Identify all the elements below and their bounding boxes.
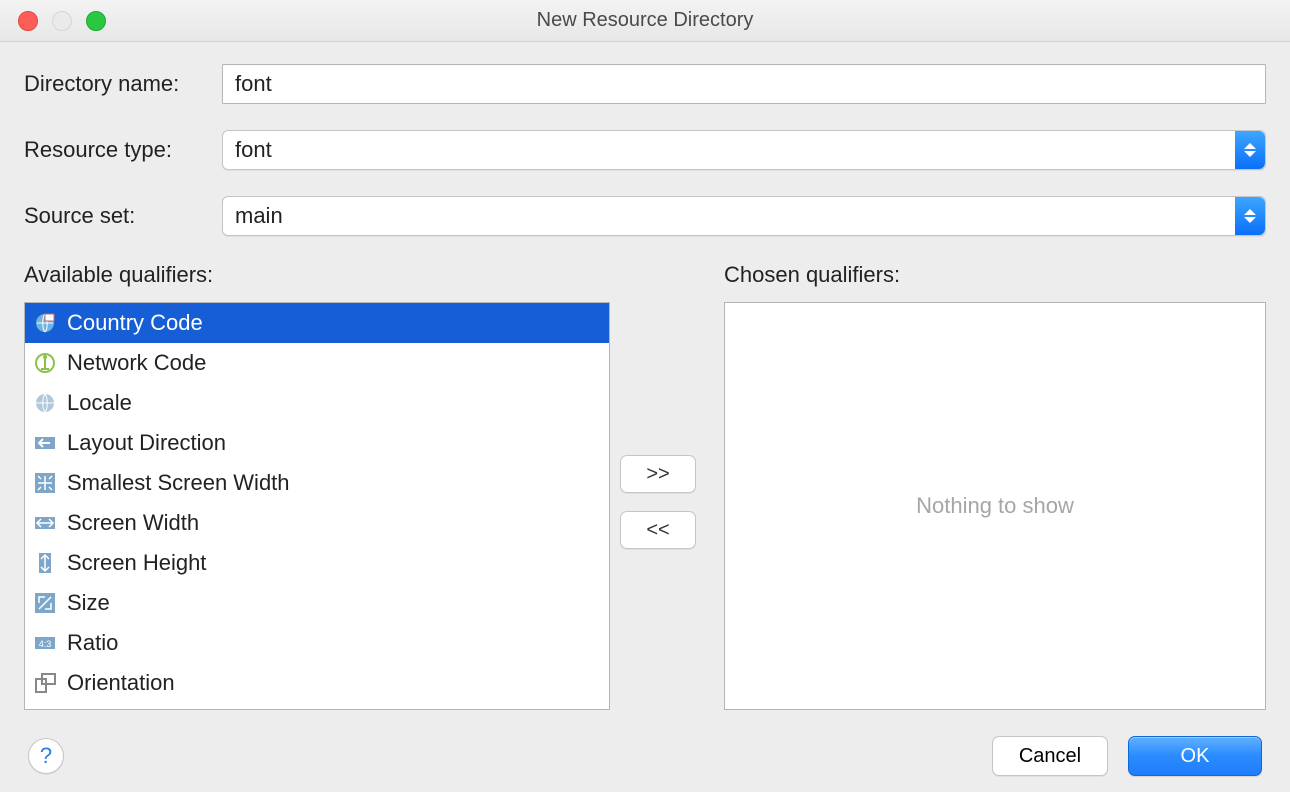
globe-flag-icon xyxy=(33,311,57,335)
resource-type-label: Resource type: xyxy=(24,137,222,163)
arrow-left-icon xyxy=(33,431,57,455)
list-item[interactable]: Orientation xyxy=(25,663,609,703)
source-set-label: Source set: xyxy=(24,203,222,229)
available-qualifiers-label: Available qualifiers: xyxy=(24,262,610,288)
directory-name-input[interactable] xyxy=(222,64,1266,104)
cancel-button[interactable]: Cancel xyxy=(992,736,1108,776)
chosen-empty-text: Nothing to show xyxy=(916,493,1074,519)
list-item-label: Network Code xyxy=(67,350,206,376)
help-button[interactable]: ? xyxy=(28,738,64,774)
list-item[interactable]: Layout Direction xyxy=(25,423,609,463)
list-item[interactable]: Screen Height xyxy=(25,543,609,583)
arrows-h-icon xyxy=(33,511,57,535)
add-qualifier-button[interactable]: >> xyxy=(620,455,696,493)
list-item-label: Orientation xyxy=(67,670,175,696)
source-set-value: main xyxy=(235,203,283,229)
orientation-icon xyxy=(33,671,57,695)
chosen-qualifiers-list[interactable]: Nothing to show xyxy=(724,302,1266,710)
list-item-label: Size xyxy=(67,590,110,616)
remove-qualifier-button[interactable]: << xyxy=(620,511,696,549)
list-item[interactable]: 4:3 Ratio xyxy=(25,623,609,663)
arrows-v-icon xyxy=(33,551,57,575)
list-item[interactable]: Locale xyxy=(25,383,609,423)
window-title: New Resource Directory xyxy=(0,9,1290,32)
arrows-out-icon xyxy=(33,471,57,495)
arrow-diag-icon xyxy=(33,591,57,615)
list-item-label: Country Code xyxy=(67,310,203,336)
resource-type-value: font xyxy=(235,137,272,163)
list-item[interactable]: Size xyxy=(25,583,609,623)
window-controls xyxy=(0,11,106,31)
globe-icon xyxy=(33,391,57,415)
list-item[interactable]: Smallest Screen Width xyxy=(25,463,609,503)
list-item-label: Ratio xyxy=(67,630,118,656)
ok-button[interactable]: OK xyxy=(1128,736,1262,776)
list-item-label: Screen Width xyxy=(67,510,199,536)
list-item-label: Locale xyxy=(67,390,132,416)
ratio-icon: 4:3 xyxy=(33,631,57,655)
source-set-select[interactable]: main xyxy=(222,196,1266,236)
available-qualifiers-list[interactable]: Country Code Network Code Locale Layout Dir… xyxy=(24,302,610,710)
list-item[interactable]: Screen Width xyxy=(25,503,609,543)
svg-text:4:3: 4:3 xyxy=(39,639,52,649)
antenna-icon xyxy=(33,351,57,375)
directory-name-label: Directory name: xyxy=(24,71,222,97)
close-window-button[interactable] xyxy=(18,11,38,31)
stepper-icon xyxy=(1235,131,1265,169)
titlebar: New Resource Directory xyxy=(0,0,1290,42)
minimize-window-button[interactable] xyxy=(52,11,72,31)
list-item[interactable]: Network Code xyxy=(25,343,609,383)
list-item-label: Layout Direction xyxy=(67,430,226,456)
dialog-footer: ? Cancel OK xyxy=(0,720,1290,792)
list-item-label: Screen Height xyxy=(67,550,206,576)
zoom-window-button[interactable] xyxy=(86,11,106,31)
chosen-qualifiers-label: Chosen qualifiers: xyxy=(724,262,1266,288)
help-icon: ? xyxy=(40,743,52,769)
stepper-icon xyxy=(1235,197,1265,235)
list-item-label: Smallest Screen Width xyxy=(67,470,290,496)
resource-type-select[interactable]: font xyxy=(222,130,1266,170)
list-item[interactable]: Country Code xyxy=(25,303,609,343)
